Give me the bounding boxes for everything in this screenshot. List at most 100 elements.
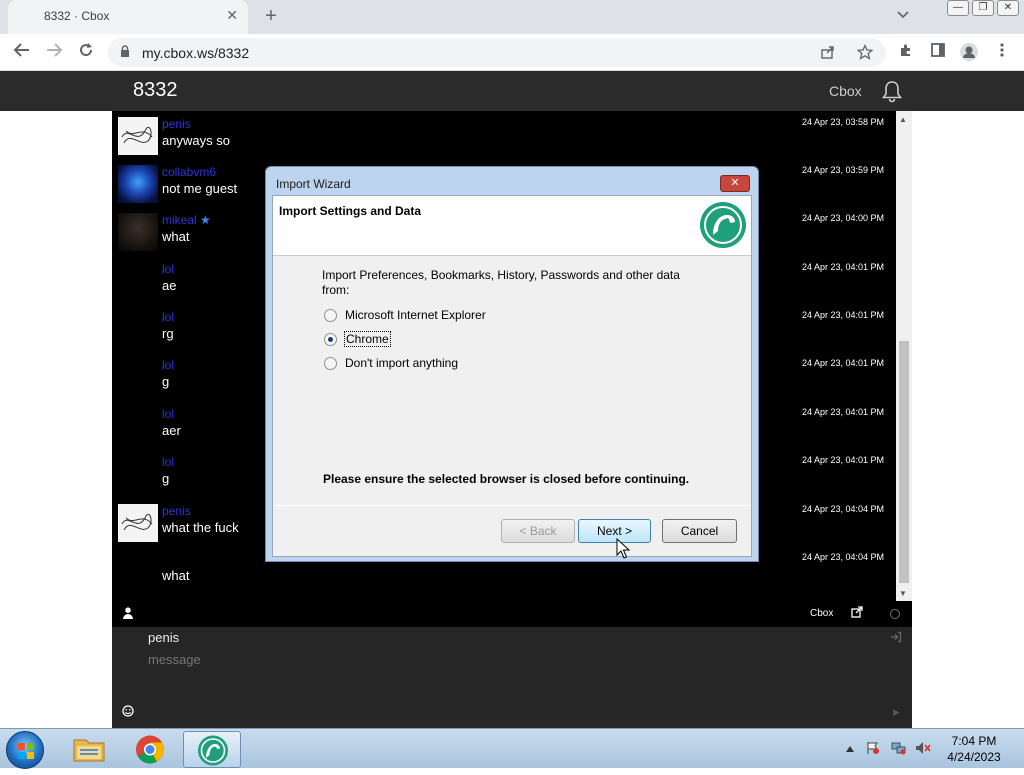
scroll-down-arrow-icon[interactable]: ▼ [899,589,907,598]
taskbar-explorer[interactable] [60,731,118,768]
browser-tab[interactable]: 8332 · Cbox ✕ [8,0,248,34]
clock-time: 7:04 PM [951,734,997,748]
message-username[interactable]: lol [162,310,174,324]
dialog-heading: Import Settings and Data [279,204,422,218]
extensions-icon[interactable] [896,42,916,63]
message-username[interactable]: mikeal ★ [162,213,211,227]
tab-search-icon[interactable] [897,8,909,22]
user-avatar[interactable] [118,165,158,203]
action-center-flag-icon[interactable] [866,741,880,758]
taskbar-browser-app[interactable] [183,731,241,768]
cbox-link[interactable]: Cbox [829,83,862,99]
bookmark-star-icon[interactable] [856,43,874,63]
menu-kebab-icon[interactable] [992,42,1012,63]
bell-icon[interactable] [880,79,904,103]
radio-button[interactable] [324,308,337,322]
user-avatar[interactable] [118,213,158,251]
network-icon[interactable] [891,741,907,758]
message-text: not me guest [162,181,238,196]
send-arrow-icon[interactable]: ▶ [893,707,900,718]
share-icon[interactable] [820,44,836,63]
message-username[interactable]: penis [162,117,191,131]
restore-button[interactable]: ❐ [972,0,994,16]
message-time: 24 Apr 23, 04:01 PM [801,310,884,320]
back-button[interactable]: < Back [501,519,575,543]
lock-icon [120,45,130,61]
user-avatar[interactable] [118,117,158,155]
clock-date: 4/24/2023 [947,750,1001,764]
chat-toolbar: Cbox [112,601,912,627]
tray-clock[interactable]: 7:04 PM 4/24/2023 [944,733,1004,765]
volume-muted-icon[interactable] [915,741,931,758]
chrome-icon [136,735,164,764]
message-username[interactable]: lol [162,262,174,276]
url-text: my.cbox.ws/8332 [142,45,250,61]
reload-icon[interactable] [76,42,96,63]
radio-label: Don't import anything [345,356,459,370]
message-text: what [162,568,190,583]
radio-option-chrome[interactable]: Chrome [324,331,391,347]
radio-label: Chrome [344,331,391,347]
external-link-icon[interactable] [851,606,863,621]
status-circle-icon[interactable] [890,609,900,619]
radio-button[interactable] [324,356,337,370]
message-text: what [162,229,190,244]
message-input[interactable]: message [148,652,201,667]
window-controls: — ❐ ✕ [947,0,1019,16]
tab-close-icon[interactable]: ✕ [226,7,238,24]
user-icon[interactable] [123,606,133,620]
back-arrow-icon[interactable] [12,42,32,63]
message-time: 24 Apr 23, 04:01 PM [801,407,884,417]
message-time: 24 Apr 23, 04:00 PM [801,213,884,223]
new-tab-button[interactable]: + [260,5,282,28]
address-bar[interactable]: my.cbox.ws/8332 [108,38,886,67]
message-text: g [162,374,170,389]
next-button[interactable]: Next > [578,519,651,543]
message-username[interactable]: lol [162,455,174,469]
side-panel-icon[interactable] [928,42,948,63]
close-window-button[interactable]: ✕ [997,0,1019,16]
message-time: 24 Apr 23, 04:04 PM [801,552,884,562]
dialog-close-button[interactable]: ✕ [720,175,750,192]
message-time: 24 Apr 23, 04:01 PM [801,455,884,465]
name-input[interactable]: penis [148,630,179,645]
browser-toolbar: my.cbox.ws/8332 [0,34,1024,71]
tab-title: 8332 · Cbox [44,9,110,23]
cbox-footer-link[interactable]: Cbox [810,608,833,619]
message-time: 24 Apr 23, 04:01 PM [801,262,884,272]
cancel-button[interactable]: Cancel [662,519,737,543]
chat-scrollbar[interactable]: ▲ ▼ [896,111,912,601]
taskbar-chrome[interactable] [121,731,179,768]
profile-avatar-icon[interactable] [959,42,979,67]
forward-arrow-icon[interactable] [44,42,64,63]
page-title: 8332 [133,79,178,101]
minimize-button[interactable]: — [947,0,969,16]
chat-message: penis anyways so 24 Apr 23, 03:58 PM [112,111,902,159]
teal-browser-icon [198,735,228,766]
user-avatar[interactable] [118,504,158,542]
emoji-icon[interactable] [122,705,134,720]
browser-logo-icon [699,201,747,249]
scroll-up-arrow-icon[interactable]: ▲ [899,115,907,124]
dialog-header: Import Settings and Data [273,196,751,256]
message-text: aer [162,423,181,438]
message-username[interactable]: lol [162,358,174,372]
message-username[interactable]: penis [162,504,191,518]
radio-option-none[interactable]: Don't import anything [324,355,459,371]
import-wizard-dialog: Import Wizard ✕ Import Settings and Data… [265,166,759,562]
radio-option-ie[interactable]: Microsoft Internet Explorer [324,307,487,323]
message-username[interactable]: lol [162,407,174,421]
chat-input-area: penis message ▶ [112,627,912,728]
cbox-header: 8332 Cbox [0,71,1024,111]
mouse-cursor-icon [616,537,631,560]
message-time: 24 Apr 23, 03:58 PM [801,117,884,127]
message-text: rg [162,326,174,341]
message-username[interactable]: collabvm6 [162,165,216,179]
message-text: anyways so [162,133,230,148]
start-button[interactable] [6,731,44,769]
radio-button-selected[interactable] [324,332,337,346]
tray-expand-icon[interactable] [846,741,854,755]
message-text: what the fuck [162,520,239,535]
login-icon[interactable] [890,631,902,646]
scrollbar-thumb[interactable] [899,341,909,583]
